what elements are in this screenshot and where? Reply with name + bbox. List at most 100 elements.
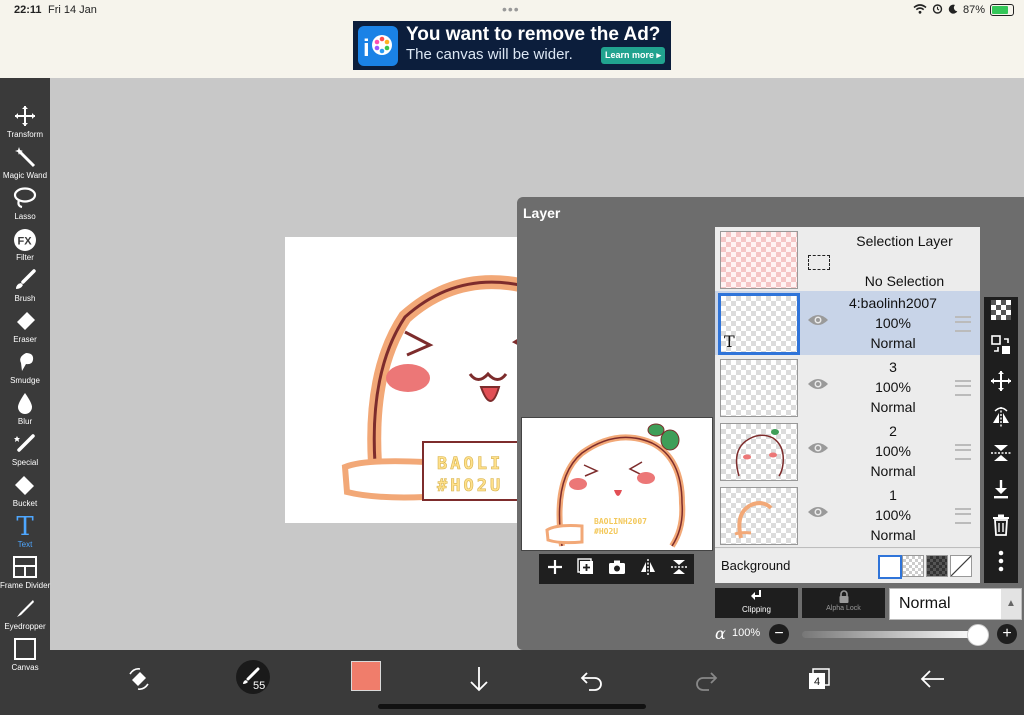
background-transparent-swatch[interactable] [902, 555, 924, 577]
undo-redo-gesture-icon[interactable] [124, 664, 154, 694]
redo-icon[interactable] [691, 664, 721, 694]
layer-name: 3 [889, 359, 897, 375]
opacity-decrease-button[interactable]: − [769, 624, 789, 644]
wifi-icon [913, 3, 927, 17]
clipping-label: Clipping [742, 605, 771, 614]
ad-subtitle: The canvas will be wider. [406, 46, 573, 63]
tool-blur[interactable]: Blur [0, 389, 50, 430]
back-arrow-icon[interactable] [918, 664, 948, 694]
tool-smudge[interactable]: Smudge [0, 348, 50, 389]
tool-label: Lasso [14, 212, 36, 221]
tool-brush[interactable]: Brush [0, 266, 50, 307]
tool-text[interactable]: T Text [0, 512, 50, 553]
flip-vertical-rotate-icon[interactable] [670, 558, 688, 581]
preview-text-line1: BAOLINH2007 [594, 517, 647, 526]
tool-frame-divider[interactable]: Frame Divider [0, 553, 50, 594]
background-white-swatch[interactable] [878, 555, 902, 579]
home-indicator[interactable] [378, 704, 646, 709]
blend-mode-select[interactable]: Normal ▲ [889, 588, 1022, 620]
trash-icon[interactable] [984, 513, 1018, 547]
checker-icon[interactable] [984, 297, 1018, 331]
layer-blend-mode: Normal [870, 335, 916, 351]
add-layer-icon[interactable] [546, 558, 564, 581]
tool-eraser[interactable]: Eraser [0, 307, 50, 348]
more-options-icon[interactable] [984, 549, 1018, 583]
layers-button[interactable]: 4 [804, 664, 834, 694]
color-swatch[interactable] [351, 661, 381, 691]
drag-handle-icon[interactable] [955, 316, 971, 332]
tool-special[interactable]: Special [0, 430, 50, 471]
flip-horizontal-icon[interactable] [639, 558, 657, 581]
battery-icon [990, 4, 1014, 16]
brush-icon [0, 269, 50, 293]
tool-lasso[interactable]: Lasso [0, 184, 50, 225]
drag-handle-icon[interactable] [955, 508, 971, 524]
eraser-icon [0, 310, 50, 334]
undo-icon[interactable] [577, 664, 607, 694]
clipping-button[interactable]: Clipping [715, 588, 798, 618]
tool-magic-wand[interactable]: Magic Wand [0, 143, 50, 184]
flip-horizontal-icon[interactable] [984, 405, 1018, 439]
camera-icon[interactable] [608, 558, 626, 581]
opacity-increase-button[interactable]: + [997, 624, 1017, 644]
tool-label: Canvas [11, 663, 39, 672]
tool-label: Brush [14, 294, 36, 303]
visibility-eye-icon[interactable] [807, 377, 829, 391]
opacity-slider-knob[interactable] [967, 624, 989, 646]
background-none-swatch[interactable] [950, 555, 972, 577]
layer-count: 4 [813, 676, 821, 688]
transform-icon [0, 105, 50, 129]
canvas-icon [0, 638, 50, 662]
eyedropper-icon [0, 597, 50, 621]
ibis-paint-logo: i [358, 26, 398, 66]
drag-handle-icon[interactable] [955, 380, 971, 396]
move-layer-content-icon[interactable] [984, 333, 1018, 367]
layer-thumbnail [720, 359, 798, 417]
visibility-eye-icon[interactable] [807, 505, 829, 519]
layer-row-1[interactable]: 1 100% Normal [715, 483, 980, 548]
frame-divider-icon [0, 556, 50, 580]
tool-filter[interactable]: FX Filter [0, 225, 50, 266]
layer-row-2[interactable]: 2 100% Normal [715, 419, 980, 484]
tool-label: Text [17, 540, 33, 549]
blur-icon [0, 392, 50, 416]
tool-canvas[interactable]: Canvas [0, 635, 50, 676]
selection-layer-row[interactable]: Selection Layer No Selection [715, 227, 980, 292]
tool-label: Special [11, 458, 39, 467]
layer-blend-mode: Normal [870, 463, 916, 479]
text-layer-icon: T [724, 332, 735, 351]
ad-learn-more-button[interactable]: Learn more ▸ [601, 47, 665, 64]
preview-drawing: BAOLINH2007 #HO2U [545, 423, 686, 548]
visibility-eye-icon[interactable] [807, 441, 829, 455]
duplicate-layer-icon[interactable] [576, 557, 595, 581]
opacity-slider-track[interactable] [802, 631, 978, 638]
layer-row-4[interactable]: T 4:baolinh2007 100% Normal [715, 291, 980, 356]
move-icon[interactable] [984, 369, 1018, 403]
multitask-dots-icon[interactable]: ••• [502, 1, 520, 17]
layer-panel-title: Layer [523, 205, 561, 221]
selection-layer-thumbnail [720, 231, 798, 289]
layer-row-3[interactable]: 3 100% Normal [715, 355, 980, 420]
tool-label: Eraser [13, 335, 37, 344]
blend-mode-value: Normal [899, 595, 951, 612]
drag-handle-icon[interactable] [955, 444, 971, 460]
arrow-down-icon[interactable] [464, 664, 494, 694]
tool-bucket[interactable]: Bucket [0, 471, 50, 512]
opacity-row: α 100% − + [715, 624, 1024, 646]
layer-blend-mode: Normal [870, 399, 916, 415]
lasso-icon [0, 187, 50, 211]
layer-opacity: 100% [875, 507, 911, 523]
visibility-eye-icon[interactable] [807, 313, 829, 327]
tool-label: Filter [16, 253, 34, 262]
background-dark-swatch[interactable] [926, 555, 948, 577]
ad-banner[interactable]: i You want to remove the Ad? The canvas … [353, 21, 671, 70]
tool-eyedropper[interactable]: Eyedropper [0, 594, 50, 635]
top-bar: 22:11 Fri 14 Jan ••• 87% i You want to r… [0, 0, 1024, 78]
alpha-lock-button[interactable]: Alpha Lock [802, 588, 885, 618]
svg-text:FX: FX [18, 236, 33, 248]
tool-transform[interactable]: Transform [0, 102, 50, 143]
merge-down-icon[interactable] [984, 477, 1018, 511]
flip-vertical-icon[interactable] [984, 441, 1018, 475]
brush-size-value: 55 [253, 680, 266, 692]
brush-size-button[interactable]: 55 [236, 660, 270, 694]
